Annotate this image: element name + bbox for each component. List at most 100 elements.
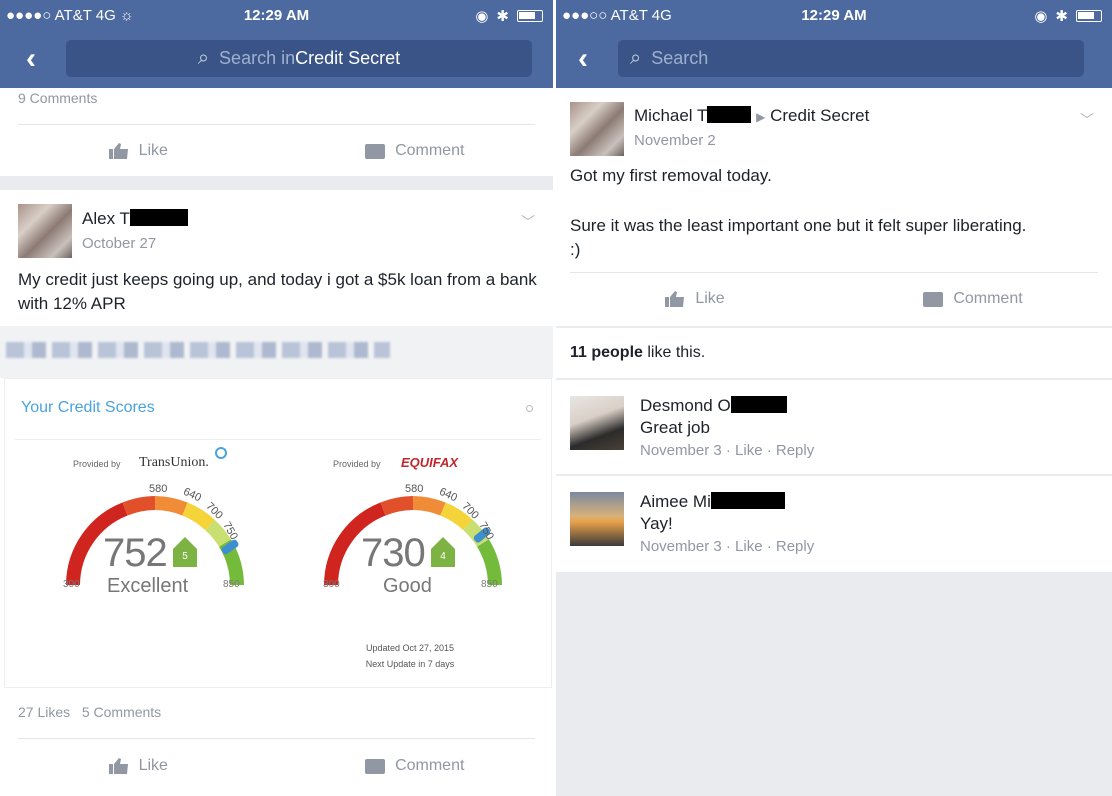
post-date[interactable]: November 2 — [634, 132, 716, 149]
comment-button[interactable]: Comment — [277, 126, 554, 176]
search-input[interactable]: ⌕ Search — [618, 40, 1084, 77]
status-bar: ●●●○○ AT&T 4G 12:29 AM ◉ ✱ — [556, 0, 1112, 32]
provided-by-label: Provided by — [73, 459, 121, 469]
divider — [18, 738, 535, 739]
like-icon — [108, 143, 128, 159]
post-date[interactable]: October 27 — [82, 235, 156, 252]
battery-icon — [517, 10, 543, 22]
post-text-line2: Sure it was the least important one but … — [570, 216, 1027, 259]
status-bar: ●●●●○ AT&T 4G ☼ 12:29 AM ◉ ✱ — [0, 0, 553, 32]
likes-suffix: like this. — [642, 344, 706, 361]
divider — [18, 124, 535, 125]
chevron-down-icon[interactable]: ﹀ — [521, 212, 535, 232]
transunion-logo: TransUnion. — [139, 455, 209, 470]
likes-summary[interactable]: 11 people like this. — [556, 328, 1112, 378]
comment-item: Aimee Mi Yay! November 3 · Like · Reply — [556, 476, 1112, 572]
updated-date: Updated Oct 27, 2015 — [365, 643, 455, 653]
like-label: Like — [695, 290, 725, 307]
avatar[interactable] — [18, 204, 72, 258]
comment-icon — [365, 143, 386, 159]
post-author[interactable]: Alex T — [82, 209, 188, 229]
comment-count[interactable]: 9 Comments — [18, 90, 97, 106]
like-label: Like — [138, 142, 168, 159]
like-label: Like — [138, 757, 168, 774]
post-text: My credit just keeps going up, and today… — [18, 270, 537, 313]
transunion-mark-icon — [215, 447, 227, 459]
like-button[interactable]: Like — [0, 741, 277, 791]
like-button[interactable]: Like — [0, 126, 277, 176]
search-icon: ⌕ — [197, 47, 210, 69]
post-author[interactable]: Michael T — [634, 106, 707, 125]
author-name: Alex T — [82, 209, 130, 228]
divider — [15, 439, 541, 440]
redaction-bar — [129, 209, 188, 226]
comment-button[interactable]: Comment — [834, 274, 1112, 324]
like-count[interactable]: 27 Likes — [18, 704, 70, 720]
action-row: Like Comment — [0, 741, 553, 791]
commenter-avatar[interactable] — [570, 492, 624, 546]
blurred-text — [6, 342, 390, 358]
redaction-bar — [730, 396, 787, 413]
post-stats: 27 Likes 5 Comments — [18, 704, 161, 720]
avatar[interactable] — [570, 102, 624, 156]
likes-count: 11 people — [570, 344, 643, 361]
search-icon: ⌕ — [630, 47, 642, 69]
like-button[interactable]: Like — [556, 274, 834, 324]
right-phone-screen: ●●●○○ AT&T 4G 12:29 AM ◉ ✱ ‹ ⌕ Search Mi… — [556, 0, 1112, 796]
commenter-name[interactable]: Desmond O — [640, 396, 787, 416]
bluetooth-icon: ✱ — [496, 8, 509, 25]
commenter-avatar[interactable] — [570, 396, 624, 450]
info-icon[interactable] — [526, 405, 533, 412]
redaction-bar — [710, 492, 785, 509]
credit-score-widget: Your Credit Scores Provided by TransUnio… — [4, 378, 552, 688]
comment-meta[interactable]: November 3 · Like · Reply — [640, 442, 814, 459]
gauge-min: 300 — [323, 579, 340, 590]
gauge-min: 300 — [63, 579, 80, 590]
comment-icon — [365, 758, 386, 774]
likes-summary-text: 11 people like this. — [570, 344, 705, 362]
search-group-name: Credit Secret — [295, 48, 401, 68]
widget-title: Your Credit Scores — [21, 399, 155, 416]
divider — [570, 272, 1098, 273]
comment-label: Comment — [395, 757, 465, 774]
orientation-lock-icon: ◉ — [1034, 8, 1048, 25]
action-row: Like Comment — [0, 126, 553, 176]
clock: 12:29 AM — [801, 7, 867, 24]
post-text-line1: Got my first removal today. — [570, 166, 772, 185]
commenter-name[interactable]: Aimee Mi — [640, 492, 785, 512]
group-name[interactable]: Credit Secret — [770, 106, 869, 125]
status-icons: ◉ ✱ — [475, 7, 543, 25]
comment-label: Comment — [395, 142, 465, 159]
status-icons: ◉ ✱ — [1034, 7, 1102, 25]
transunion-gauge: Provided by TransUnion. 580 640 700 750 … — [45, 447, 265, 625]
search-prefix: Search in — [219, 48, 296, 68]
chevron-down-icon[interactable]: ﹀ — [1080, 110, 1094, 130]
search-input[interactable]: ⌕ Search in Credit Secret — [66, 40, 532, 77]
equifax-logo: EQUIFAX — [401, 455, 459, 470]
credit-score-value: 730 — [361, 531, 426, 575]
blurred-link-preview[interactable] — [0, 326, 553, 378]
previous-post-footer: 9 Comments Like Comment — [0, 88, 553, 176]
post-header: Michael T ▶ Credit Secret — [634, 106, 869, 126]
search-placeholder: Search — [651, 48, 709, 68]
like-icon — [108, 758, 128, 774]
orientation-lock-icon: ◉ — [475, 8, 489, 25]
back-button[interactable]: ‹ — [578, 44, 588, 74]
comment-button[interactable]: Comment — [277, 741, 554, 791]
navigation-bar: ●●●●○ AT&T 4G ☼ 12:29 AM ◉ ✱ ‹ ⌕ Search … — [0, 0, 553, 88]
name-text: Desmond O — [640, 396, 731, 415]
credit-score-value: 752 — [103, 531, 168, 575]
comment-count[interactable]: 5 Comments — [82, 704, 161, 720]
post-card: Alex T October 27 ﹀ My credit just keeps… — [0, 190, 553, 796]
next-update: Next Update in 7 days — [365, 659, 455, 669]
tick-580: 580 — [149, 483, 168, 495]
back-button[interactable]: ‹ — [26, 44, 36, 74]
comment-label: Comment — [953, 290, 1023, 307]
comment-item: Desmond O Great job November 3 · Like · … — [556, 380, 1112, 474]
comment-text: Yay! — [640, 514, 673, 533]
navigation-bar: ●●●○○ AT&T 4G 12:29 AM ◉ ✱ ‹ ⌕ Search — [556, 0, 1112, 88]
comment-icon — [923, 291, 944, 307]
comment-meta[interactable]: November 3 · Like · Reply — [640, 538, 814, 555]
gauge-max: 850 — [223, 579, 240, 590]
gauge-max: 850 — [481, 579, 498, 590]
